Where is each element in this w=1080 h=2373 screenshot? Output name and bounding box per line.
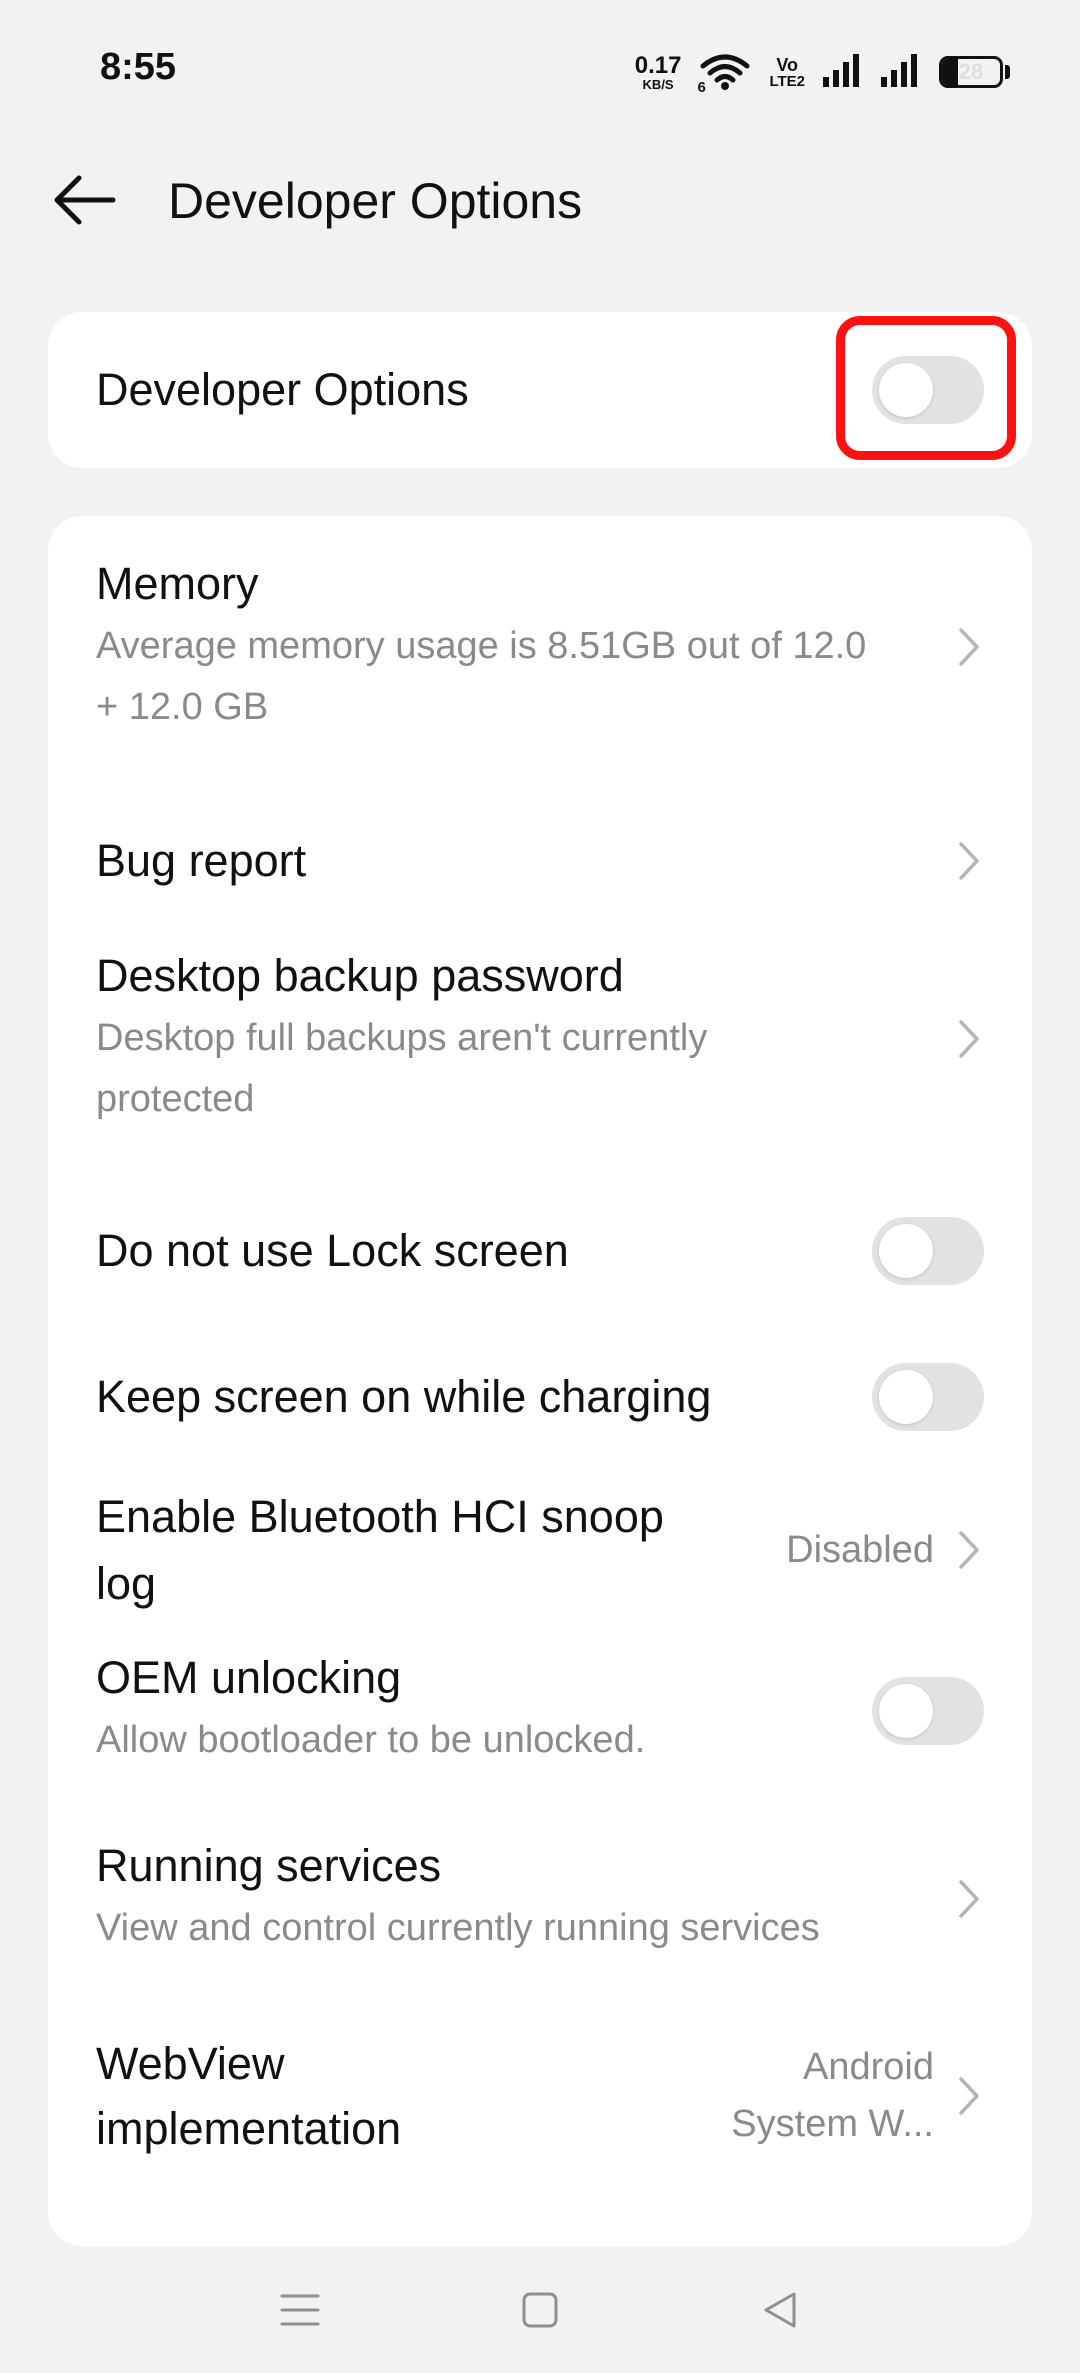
chevron-right-icon (954, 1526, 984, 1574)
battery-tip (1005, 65, 1010, 79)
wifi-icon: 6 (697, 52, 751, 96)
menu-icon (280, 2294, 320, 2325)
setting-running-services[interactable]: Running services View and control curren… (96, 1838, 984, 1959)
chevron-right-icon (954, 837, 984, 885)
signal-icon (881, 53, 921, 92)
setting-bluetooth-hci-snoop-log[interactable]: Enable Bluetooth HCI snoop log Disabled (96, 1482, 984, 1618)
triangle-back-icon (764, 2292, 796, 2327)
setting-running-services-subtitle: View and control currently running servi… (96, 1907, 820, 1950)
status-icons: 0.17 KB/S 6 Vo LTE2 28 (634, 50, 1010, 96)
setting-memory[interactable]: Memory Average memory usage is 8.51GB ou… (96, 556, 984, 738)
wifi-label: 6 (697, 79, 706, 96)
screen: 8:55 0.17 KB/S 6 Vo LTE2 28 Developer Op… (0, 0, 1080, 2373)
setting-desktop-backup-title: Desktop backup password (96, 950, 624, 1001)
setting-keep-screen-on-title: Keep screen on while charging (96, 1370, 712, 1422)
page-title: Developer Options (168, 173, 583, 229)
setting-desktop-backup-password[interactable]: Desktop backup password Desktop full bac… (96, 948, 984, 1130)
toggle-knob (879, 1224, 933, 1278)
battery-icon: 28 (939, 56, 1003, 88)
highlight-box (836, 316, 1016, 460)
setting-oem-unlocking-title: OEM unlocking (96, 1652, 402, 1703)
signal-icon (823, 53, 863, 92)
network-speed-unit: KB/S (642, 76, 674, 92)
setting-do-not-use-lock-screen[interactable]: Do not use Lock screen (96, 1196, 984, 1306)
setting-bug-report-title: Bug report (96, 834, 307, 886)
settings-list-card: Memory Average memory usage is 8.51GB ou… (48, 516, 1032, 2246)
nav-menu-button[interactable] (260, 2270, 340, 2350)
setting-memory-title: Memory (96, 558, 259, 609)
status-bar: 8:55 0.17 KB/S 6 Vo LTE2 28 (0, 0, 1080, 140)
setting-oem-unlocking-subtitle: Allow bootloader to be unlocked. (96, 1719, 646, 1762)
setting-webview-title: WebView implementation (96, 2037, 402, 2154)
navigation-bar (0, 2246, 1080, 2373)
setting-keep-screen-on[interactable]: Keep screen on while charging (96, 1342, 984, 1452)
network-speed-value: 0.17 (634, 51, 682, 79)
battery-level: 28 (958, 59, 984, 84)
back-button[interactable] (44, 162, 124, 238)
setting-bug-report[interactable]: Bug report (96, 806, 984, 916)
volte-bottom: LTE2 (769, 72, 805, 90)
setting-oem-unlocking[interactable]: OEM unlocking Allow bootloader to be unl… (96, 1650, 984, 1771)
chevron-right-icon (954, 1015, 984, 1063)
chevron-right-icon (954, 623, 984, 671)
app-header: Developer Options (0, 150, 1080, 250)
nav-home-button[interactable] (500, 2270, 580, 2350)
toggle-knob (879, 1683, 933, 1738)
battery-fill (942, 59, 959, 85)
status-time: 8:55 (100, 46, 177, 88)
setting-bt-hci-title: Enable Bluetooth HCI snoop log (96, 1490, 664, 1610)
setting-memory-subtitle: Average memory usage is 8.51GB out of 12… (96, 625, 867, 729)
toggle-knob (879, 1370, 933, 1424)
setting-bt-hci-value: Disabled (786, 1528, 934, 1571)
setting-desktop-backup-subtitle: Desktop full backups aren't currently pr… (96, 1017, 708, 1121)
setting-webview-implementation[interactable]: WebView implementation Android System W.… (96, 2026, 984, 2166)
volte-indicator: Vo LTE2 (769, 56, 805, 89)
chevron-right-icon (954, 2072, 984, 2120)
keep-screen-on-toggle[interactable] (872, 1363, 984, 1431)
nav-back-button[interactable] (740, 2270, 820, 2350)
developer-options-master-label: Developer Options (96, 363, 469, 415)
oem-unlocking-toggle[interactable] (872, 1676, 984, 1745)
setting-running-services-title: Running services (96, 1840, 442, 1891)
network-speed: 0.17 KB/S (634, 51, 682, 92)
square-home-icon (522, 2292, 558, 2327)
volte-top: Vo (776, 54, 799, 75)
setting-lock-screen-title: Do not use Lock screen (96, 1224, 569, 1276)
chevron-right-icon (954, 1875, 984, 1923)
lock-screen-toggle[interactable] (872, 1217, 984, 1285)
setting-webview-value: Android System W... (731, 2046, 934, 2145)
arrow-left-icon (54, 175, 116, 225)
